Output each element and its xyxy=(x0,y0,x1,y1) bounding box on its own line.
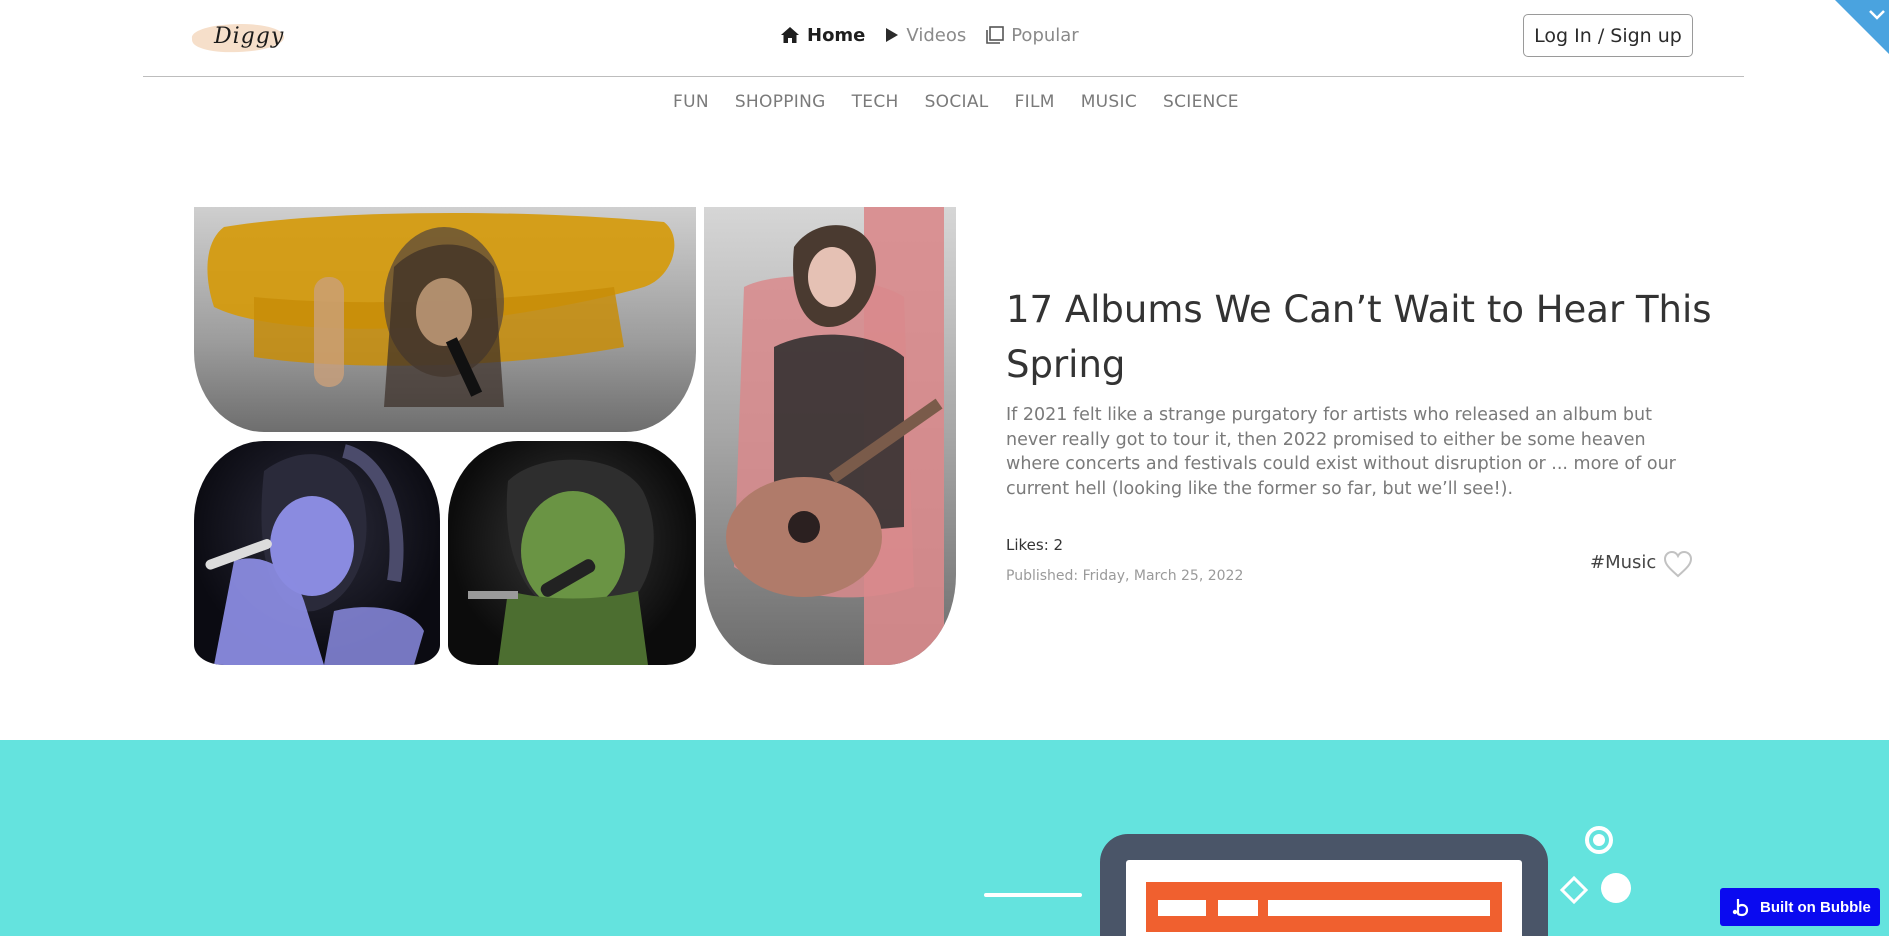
category-nav: FUN SHOPPING TECH SOCIAL FILM MUSIC SCIE… xyxy=(673,92,1239,118)
category-film[interactable]: FILM xyxy=(1015,92,1055,118)
badge-label: Built on Bubble xyxy=(1760,898,1871,916)
collage-photo-singer-green xyxy=(448,441,696,665)
built-on-bubble-badge[interactable]: Built on Bubble xyxy=(1720,888,1880,926)
main-nav: Home Videos Popular xyxy=(780,22,1079,48)
decor-dot xyxy=(1601,873,1631,903)
heart-icon[interactable] xyxy=(1663,550,1693,578)
article-title[interactable]: 17 Albums We Can’t Wait to Hear This Spr… xyxy=(1006,282,1726,392)
category-science[interactable]: SCIENCE xyxy=(1163,92,1239,118)
device-screen xyxy=(1126,860,1522,936)
home-icon xyxy=(781,27,799,43)
nav-videos-label: Videos xyxy=(906,24,967,46)
category-social[interactable]: SOCIAL xyxy=(925,92,989,118)
device-illustration xyxy=(1100,834,1548,936)
site-logo[interactable]: Diggy xyxy=(191,18,285,56)
article-excerpt: If 2021 felt like a strange purgatory fo… xyxy=(1006,405,1676,499)
collage-photo-singer-purple xyxy=(194,441,440,665)
category-shopping[interactable]: SHOPPING xyxy=(735,92,826,118)
site-header: Diggy Home Videos Popular Log In / Sign … xyxy=(0,0,1889,77)
nav-popular[interactable]: Popular xyxy=(986,25,1079,46)
screen-banner xyxy=(1146,882,1502,932)
decor-line xyxy=(984,893,1082,897)
collage-photo-guitarist-pink xyxy=(704,207,956,665)
article-tag[interactable]: #Music xyxy=(1590,552,1656,573)
category-music[interactable]: MUSIC xyxy=(1081,92,1137,118)
login-signup-button[interactable]: Log In / Sign up xyxy=(1523,14,1693,57)
decor-diamond xyxy=(1559,875,1589,905)
article-image-collage[interactable] xyxy=(194,207,956,665)
promo-band xyxy=(0,740,1889,936)
layers-icon xyxy=(986,26,1005,44)
play-icon xyxy=(886,28,899,42)
nav-home-label: Home xyxy=(807,24,866,46)
bubble-logo-icon xyxy=(1730,897,1750,917)
logo-text: Diggy xyxy=(214,24,285,49)
corner-dropdown-icon[interactable] xyxy=(1835,0,1889,54)
decor-ring xyxy=(1585,826,1613,854)
header-divider xyxy=(143,76,1744,77)
nav-popular-label: Popular xyxy=(1011,24,1079,46)
likes-count: Likes: 2 xyxy=(1006,536,1064,554)
published-date: Published: Friday, March 25, 2022 xyxy=(1006,568,1244,584)
collage-photo-singer-yellow xyxy=(194,207,696,432)
category-fun[interactable]: FUN xyxy=(673,92,709,118)
category-tech[interactable]: TECH xyxy=(852,92,899,118)
nav-videos[interactable]: Videos xyxy=(885,25,966,46)
nav-home[interactable]: Home xyxy=(780,25,865,46)
